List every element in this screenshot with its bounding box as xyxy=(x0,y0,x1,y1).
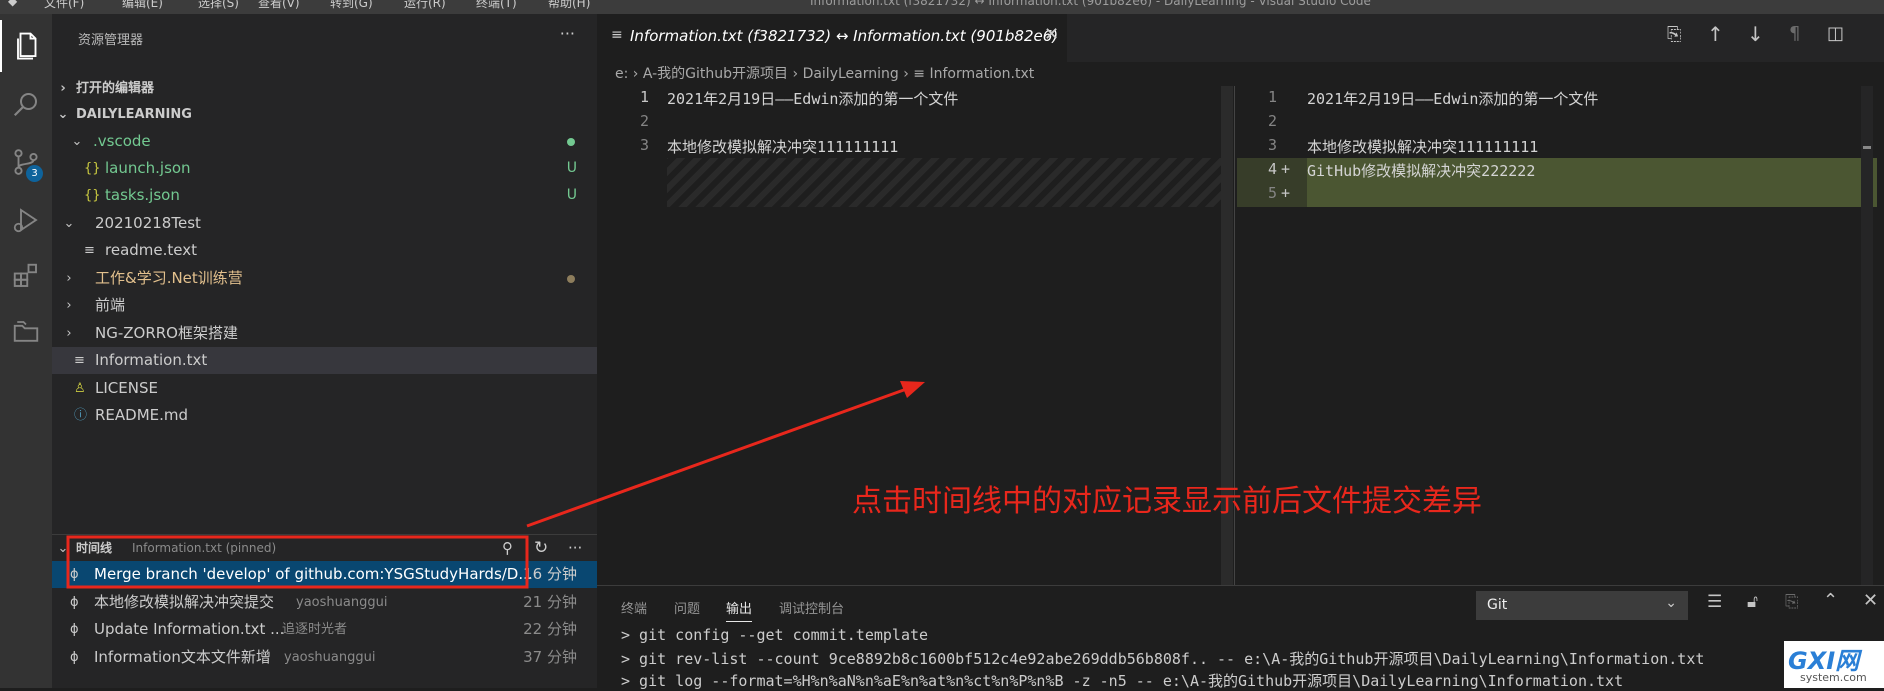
clear-output-icon[interactable]: ☰ xyxy=(1707,592,1722,612)
watermark-logo: GXI网 system.com xyxy=(1784,641,1884,688)
tab-terminal[interactable]: 终端 xyxy=(621,598,647,617)
tab-debug-console[interactable]: 调试控制台 xyxy=(779,598,844,617)
chevron-down-icon: ⌄ xyxy=(1665,595,1677,611)
tab-output[interactable]: 输出 xyxy=(726,598,753,622)
output-line: > git config --get commit.template xyxy=(621,626,929,644)
tab-problems[interactable]: 问题 xyxy=(674,598,700,617)
lock-scroll-icon[interactable]: 🔓︎ xyxy=(1747,592,1758,612)
output-channel-select[interactable]: Git ⌄ xyxy=(1476,591,1688,620)
highlight-box xyxy=(66,535,529,589)
output-line: > git rev-list --count 9ce8892b8c1600bf5… xyxy=(621,650,1705,668)
arrowhead xyxy=(900,381,925,398)
annotation-text: 点击时间线中的对应记录显示前后文件提交差异 xyxy=(852,484,1482,519)
maximize-panel-icon[interactable]: ⌃ xyxy=(1823,590,1838,611)
open-log-icon[interactable]: ⎘ xyxy=(1785,592,1799,612)
bottom-panel: 终端 问题 输出 调试控制台 Git ⌄ ☰ 🔓︎ ⎘ ⌃ ✕ > git co… xyxy=(597,585,1884,690)
close-panel-icon[interactable]: ✕ xyxy=(1863,590,1878,611)
